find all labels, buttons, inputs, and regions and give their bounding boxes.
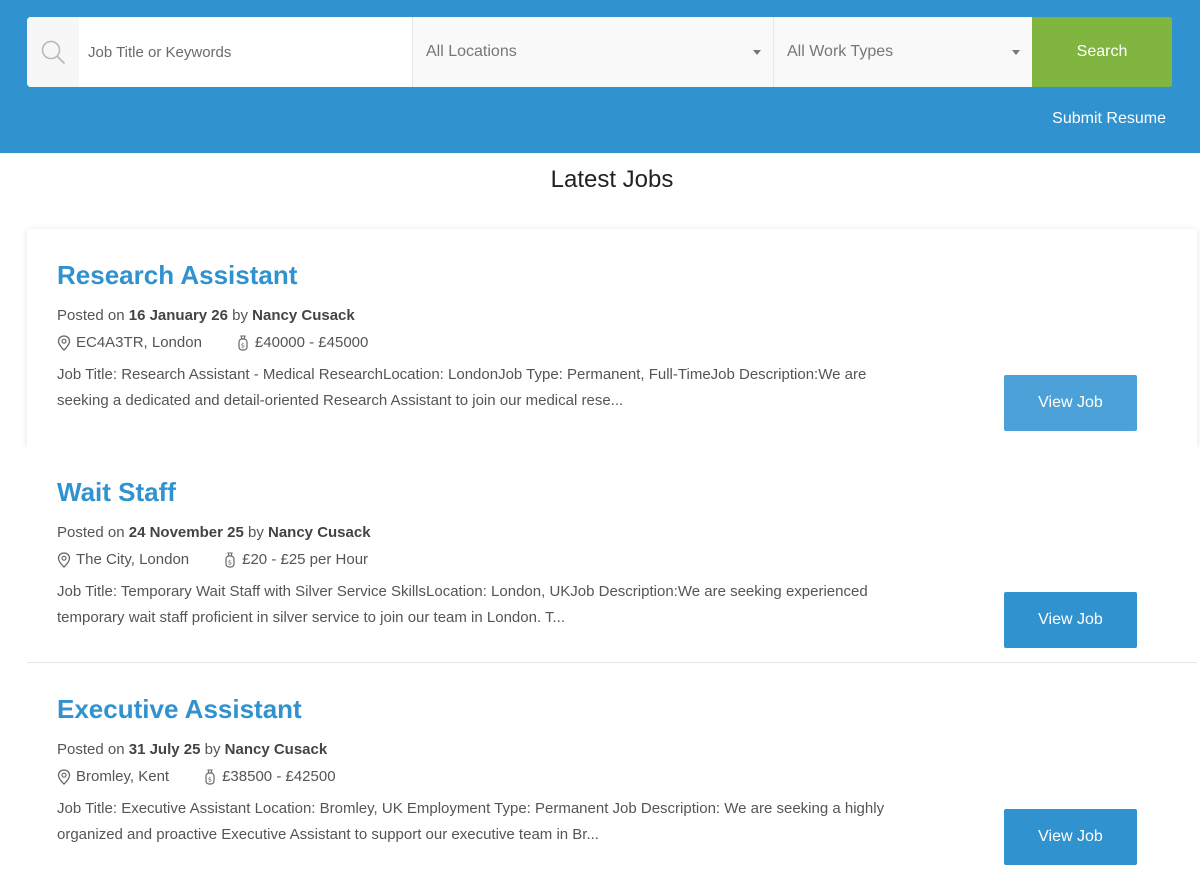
- job-location: EC4A3TR, London: [57, 334, 202, 351]
- job-card: Executive Assistant Posted on 31 July 25…: [27, 663, 1197, 880]
- section-title: Latest Jobs: [550, 166, 674, 193]
- search-bar: All Locations All Work Types Search: [27, 17, 1173, 87]
- work-type-select-value: All Work Types: [787, 43, 894, 60]
- keywords-field-wrap: [27, 17, 412, 87]
- keywords-input[interactable]: [79, 17, 399, 87]
- view-job-button[interactable]: View Job: [1004, 375, 1137, 431]
- header: All Locations All Work Types Search Subm…: [0, 0, 1200, 153]
- job-meta: EC4A3TR, London $ £40000 - £45000: [57, 334, 402, 351]
- view-job-button[interactable]: View Job: [1004, 809, 1137, 865]
- job-location-text: Bromley, Kent: [76, 768, 170, 785]
- job-salary-text: £20 - £25 per Hour: [242, 551, 369, 568]
- location-select-value: All Locations: [426, 43, 517, 60]
- map-pin-icon: [57, 551, 71, 568]
- posted-date: 24 November 25: [128, 524, 244, 541]
- posted-line: Posted on 16 January 26 by Nancy Cusack: [57, 307, 355, 324]
- job-meta: The City, London $ £20 - £25 per Hour: [57, 551, 402, 568]
- job-description: Job Title: Temporary Wait Staff with Sil…: [57, 583, 868, 626]
- job-location-text: The City, London: [76, 551, 190, 568]
- money-bag-icon: $: [238, 334, 248, 351]
- job-salary: $ £40000 - £45000: [236, 334, 368, 351]
- posted-line: Posted on 31 July 25 by Nancy Cusack: [57, 741, 327, 758]
- job-card: Wait Staff Posted on 24 November 25 by N…: [27, 446, 1197, 663]
- posted-by: by: [204, 741, 221, 758]
- job-description: Job Title: Research Assistant - Medical …: [57, 366, 867, 409]
- search-icon: [27, 17, 79, 87]
- posted-date: 16 January 26: [128, 307, 228, 324]
- money-bag-icon: $: [225, 551, 235, 568]
- posted-date: 31 July 25: [128, 741, 201, 758]
- svg-text:$: $: [241, 341, 245, 349]
- job-title-link[interactable]: Wait Staff: [57, 477, 176, 508]
- submit-resume-link[interactable]: Submit Resume: [1052, 110, 1166, 128]
- chevron-down-icon: [1012, 49, 1020, 55]
- job-salary-text: £40000 - £45000: [254, 334, 369, 351]
- job-location-text: EC4A3TR, London: [76, 334, 202, 351]
- job-location: The City, London: [57, 551, 189, 568]
- job-description: Job Title: Executive Assistant Location:…: [57, 800, 885, 843]
- chevron-down-icon: [753, 49, 761, 55]
- posted-by: by: [247, 524, 264, 541]
- posted-by: by: [232, 307, 248, 324]
- work-type-select[interactable]: All Work Types: [773, 17, 1032, 87]
- view-job-button[interactable]: View Job: [1004, 592, 1137, 648]
- job-salary: $ £20 - £25 per Hour: [223, 551, 368, 568]
- posted-prefix: Posted on: [57, 524, 125, 541]
- location-select[interactable]: All Locations: [412, 17, 773, 87]
- posted-author: Nancy Cusack: [252, 307, 355, 324]
- job-title-link[interactable]: Executive Assistant: [57, 694, 302, 725]
- posted-prefix: Posted on: [57, 741, 125, 758]
- map-pin-icon: [57, 768, 71, 785]
- posted-prefix: Posted on: [57, 307, 125, 324]
- job-card: Research Assistant Posted on 16 January …: [27, 229, 1197, 446]
- job-title-link[interactable]: Research Assistant: [57, 260, 297, 291]
- money-bag-icon: $: [205, 768, 215, 785]
- job-location: Bromley, Kent: [57, 768, 169, 785]
- search-button[interactable]: Search: [1032, 17, 1172, 87]
- posted-author: Nancy Cusack: [268, 524, 371, 541]
- posted-line: Posted on 24 November 25 by Nancy Cusack: [57, 524, 371, 541]
- job-salary-text: £38500 - £42500: [222, 768, 336, 785]
- svg-text:$: $: [208, 775, 212, 783]
- job-salary: $ £38500 - £42500: [203, 768, 336, 785]
- svg-text:$: $: [228, 558, 232, 566]
- job-meta: Bromley, Kent $ £38500 - £42500: [57, 768, 370, 785]
- posted-author: Nancy Cusack: [224, 741, 328, 758]
- map-pin-icon: [57, 334, 71, 351]
